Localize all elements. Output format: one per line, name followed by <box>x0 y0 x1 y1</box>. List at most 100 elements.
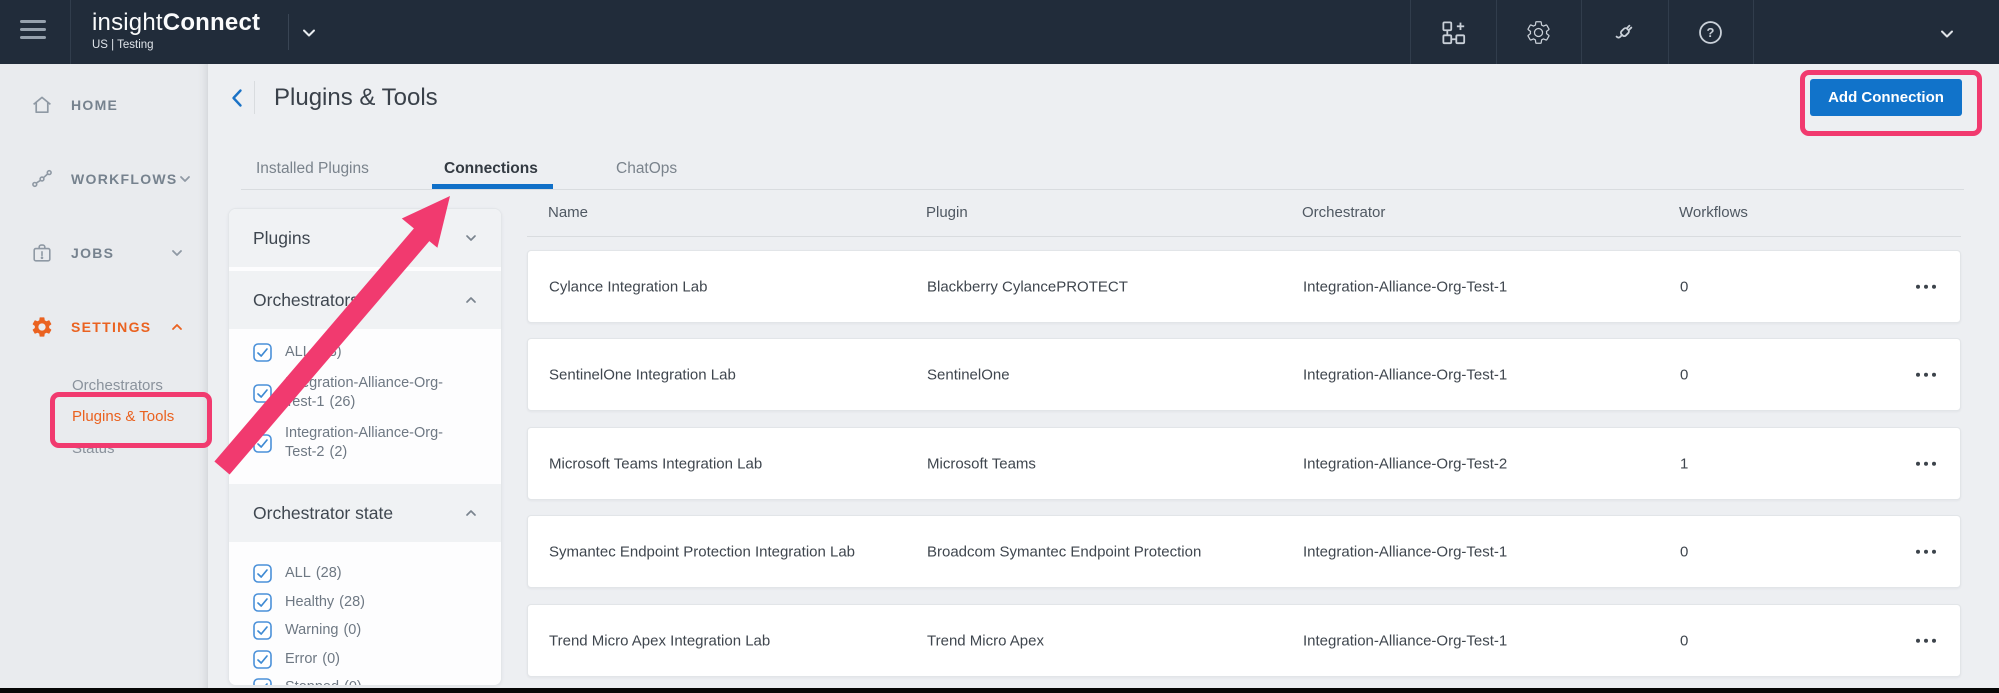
plug-icon[interactable] <box>1611 19 1638 46</box>
tab-connections[interactable]: Connections <box>444 160 538 182</box>
account-name-redacted[interactable] <box>1788 17 1910 47</box>
topbar-divider <box>70 0 71 64</box>
filter-section-plugins[interactable]: Plugins <box>229 209 501 267</box>
row-actions-menu-icon[interactable] <box>1914 455 1939 472</box>
back-button[interactable] <box>222 82 254 114</box>
main-content: Plugins & Tools Add Connection Installed… <box>208 64 1999 693</box>
page-title: Plugins & Tools <box>274 83 438 113</box>
checkbox-checked-icon[interactable] <box>253 564 272 583</box>
sidebar-item-status[interactable]: Status <box>72 435 115 461</box>
cell-plugin: Blackberry CylancePROTECT <box>927 278 1128 295</box>
sidebar-item-orchestrators[interactable]: Orchestrators <box>72 372 163 398</box>
filter-section-orchestrator-state[interactable]: Orchestrator state <box>229 484 501 542</box>
sidebar-item-label: HOME <box>71 97 118 113</box>
filter-option-label: ALL <box>285 565 311 581</box>
app-window: insightConnect US | Testing <box>0 0 1999 693</box>
filter-section-orchestrators[interactable]: Orchestrators <box>229 271 501 329</box>
filter-option[interactable]: Integration-Alliance-Org-Test-1(26) <box>253 374 491 412</box>
chevron-up-icon <box>463 505 479 521</box>
filter-option[interactable]: Healthy(28) <box>253 593 491 612</box>
filter-option-label: Integration-Alliance-Org-Test-2 <box>285 425 443 460</box>
filter-option-count: (26) <box>330 394 356 410</box>
brand-logo: insightConnect US | Testing <box>92 10 260 51</box>
cell-orchestrator: Integration-Alliance-Org-Test-1 <box>1303 543 1507 560</box>
table-row[interactable]: Microsoft Teams Integration Lab Microsof… <box>527 427 1961 500</box>
filter-option-count: (28) <box>339 594 365 610</box>
sub-item-label: Status <box>72 440 115 457</box>
workflow-builder-icon[interactable] <box>1440 19 1467 46</box>
table-row[interactable]: SentinelOne Integration Lab SentinelOne … <box>527 338 1961 411</box>
checkbox-checked-icon[interactable] <box>253 593 272 612</box>
filter-option[interactable]: ALL (28) <box>253 343 491 362</box>
filter-option[interactable]: Warning(0) <box>253 621 491 640</box>
tab-chatops[interactable]: ChatOps <box>616 160 677 182</box>
row-actions-menu-icon[interactable] <box>1914 632 1939 649</box>
cell-orchestrator: Integration-Alliance-Org-Test-1 <box>1303 632 1507 649</box>
sub-item-label: Orchestrators <box>72 377 163 394</box>
product-switch-chevron-icon[interactable] <box>300 24 318 42</box>
filter-option[interactable]: Error (0) <box>253 650 491 669</box>
filter-option-count: (0) <box>322 651 340 667</box>
filter-option[interactable]: Integration-Alliance-Org-Test-2(2) <box>253 424 491 462</box>
row-actions-menu-icon[interactable] <box>1914 278 1939 295</box>
table-header-rule <box>527 236 1961 237</box>
menu-icon[interactable] <box>20 20 46 44</box>
window-bottom-edge <box>0 688 1999 693</box>
filter-option-label: Stopped <box>285 679 339 686</box>
cell-name: Trend Micro Apex Integration Lab <box>549 632 770 649</box>
cell-workflows: 0 <box>1680 632 1688 649</box>
sidebar-item-jobs[interactable]: JOBS <box>0 236 208 270</box>
sidebar-item-workflows[interactable]: WORKFLOWS <box>0 162 208 196</box>
checkbox-checked-icon[interactable] <box>253 434 272 453</box>
sidebar-item-plugins-tools[interactable]: Plugins & Tools <box>72 403 174 429</box>
column-header-name: Name <box>548 204 588 221</box>
column-header-workflows: Workflows <box>1679 204 1748 221</box>
gear-icon[interactable] <box>1525 19 1552 46</box>
table-row[interactable]: Symantec Endpoint Protection Integration… <box>527 515 1961 588</box>
cell-workflows: 0 <box>1680 543 1688 560</box>
account-chevron-icon[interactable] <box>1938 25 1956 43</box>
help-icon[interactable]: ? <box>1697 19 1724 46</box>
table-row[interactable]: Trend Micro Apex Integration Lab Trend M… <box>527 604 1961 677</box>
cell-workflows: 0 <box>1680 366 1688 383</box>
row-actions-menu-icon[interactable] <box>1914 543 1939 560</box>
row-actions-menu-icon[interactable] <box>1914 366 1939 383</box>
topbar-divider <box>1668 0 1669 64</box>
checkbox-checked-icon[interactable] <box>253 343 272 362</box>
sidebar-item-settings[interactable]: SETTINGS <box>0 310 208 344</box>
cell-workflows: 1 <box>1680 455 1688 472</box>
table-row[interactable]: Cylance Integration Lab Blackberry Cylan… <box>527 250 1961 323</box>
topbar-divider <box>1581 0 1582 64</box>
chevron-up-icon <box>463 292 479 308</box>
sidebar-item-home[interactable]: HOME <box>0 88 208 122</box>
checkbox-checked-icon[interactable] <box>253 621 272 640</box>
brand-insight: insight <box>92 9 163 36</box>
svg-text:?: ? <box>1707 25 1715 40</box>
filter-option-label: ALL <box>285 344 311 360</box>
filter-option[interactable]: ALL (28) <box>253 564 491 583</box>
filter-section-title: Orchestrators <box>253 290 359 311</box>
column-header-orchestrator: Orchestrator <box>1302 204 1385 221</box>
filter-option-count: (28) <box>316 344 342 360</box>
cell-plugin: Broadcom Symantec Endpoint Protection <box>927 543 1201 560</box>
chevron-down-icon <box>170 246 184 260</box>
chevron-down-icon <box>178 172 192 186</box>
filter-options-orchestrators: ALL (28) Integration-Alliance-Org-Test-1(… <box>229 329 501 484</box>
brand-environment: US | Testing <box>92 39 260 51</box>
filter-option-count: (0) <box>343 622 361 638</box>
workflows-icon <box>30 167 54 191</box>
tab-installed-plugins[interactable]: Installed Plugins <box>256 160 369 182</box>
cell-plugin: SentinelOne <box>927 366 1010 383</box>
filter-option-count: (28) <box>316 565 342 581</box>
checkbox-checked-icon[interactable] <box>253 650 272 669</box>
checkbox-checked-icon[interactable] <box>253 678 272 686</box>
cell-workflows: 0 <box>1680 278 1688 295</box>
filter-option[interactable]: Stopped(0) <box>253 678 491 686</box>
checkbox-checked-icon[interactable] <box>253 384 272 403</box>
filter-option-label: Error <box>285 651 317 667</box>
topbar-divider <box>1496 0 1497 64</box>
title-separator <box>254 81 255 114</box>
add-connection-button[interactable]: Add Connection <box>1810 79 1962 116</box>
filter-panel: Plugins Orchestrators ALL (28) <box>228 208 502 686</box>
cell-orchestrator: Integration-Alliance-Org-Test-1 <box>1303 278 1507 295</box>
